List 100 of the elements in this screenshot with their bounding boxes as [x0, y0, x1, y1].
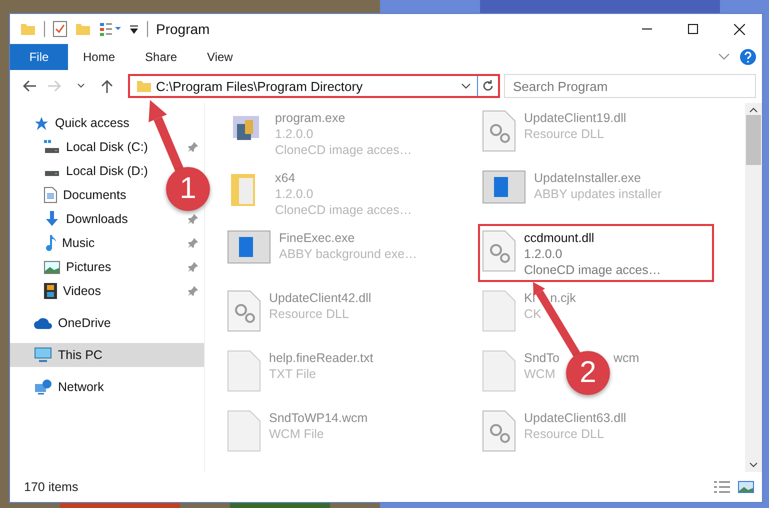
step-badge: 2: [566, 351, 610, 395]
file-name: SndToWP14.wcm: [269, 410, 368, 426]
file-name: UpdateInstaller.exe: [534, 170, 642, 186]
help-icon[interactable]: [740, 49, 756, 65]
drive-icon: [44, 140, 60, 154]
customize-icon[interactable]: [99, 21, 121, 37]
ribbon-tab[interactable]: View: [192, 44, 248, 70]
file-name: n.cjk: [550, 290, 576, 306]
star-icon: [34, 116, 49, 130]
details-view-icon[interactable]: [714, 481, 730, 493]
cloud-icon: [34, 317, 52, 329]
network-icon: [34, 379, 52, 395]
drive-icon: [44, 171, 60, 177]
nav-item[interactable]: Network: [10, 375, 204, 399]
folder-icon: [20, 21, 36, 37]
nav-item[interactable]: Documents: [10, 183, 132, 207]
nav-item[interactable]: Local Disk (C:): [10, 135, 204, 159]
nav-item[interactable]: Videos: [10, 279, 204, 303]
computer-icon: [34, 347, 52, 363]
scrollbar-thumb[interactable]: [746, 115, 761, 165]
pin-icon: [188, 262, 198, 272]
forward-arrow-icon: [48, 80, 62, 92]
nav-label: Videos: [63, 284, 102, 298]
blank-file-icon: [482, 350, 516, 392]
file-detail: 1.2.0.0: [275, 126, 314, 142]
file-detail: CloneCD image acces…: [275, 142, 412, 158]
folder-icon: [75, 21, 91, 37]
picture-icon: [44, 260, 60, 274]
gear-file-icon: [482, 110, 516, 152]
nav-label: Local Disk (D:): [66, 164, 148, 178]
chevron-down-icon: [77, 83, 85, 89]
file-detail: Resource DLL: [269, 306, 349, 322]
up-arrow-icon: [101, 79, 113, 93]
nav-label: Quick access: [55, 116, 130, 130]
properties-icon[interactable]: [53, 21, 67, 37]
nav-label: OneDrive: [58, 316, 112, 330]
file-name: wcm: [613, 350, 640, 366]
file-name: help.fineReader.txt: [269, 350, 374, 366]
file-detail: ABBY background exe…: [279, 246, 418, 262]
ribbon-tab[interactable]: Share: [130, 44, 192, 70]
dropdown-icon[interactable]: [129, 24, 139, 34]
download-icon: [44, 211, 60, 227]
scroll-up-icon[interactable]: [749, 107, 758, 113]
window-title: Program: [156, 21, 210, 37]
pin-icon: [188, 238, 198, 248]
step-badge: 1: [166, 167, 210, 211]
item-count: 170 items: [24, 480, 78, 494]
nav-item[interactable]: OneDrive: [10, 311, 204, 335]
file-detail: WCM File: [269, 426, 324, 442]
pin-icon: [188, 142, 198, 152]
file-item[interactable]: ccdmount.dll 1.2.0.0 CloneCD image acces…: [478, 224, 714, 282]
pin-icon: [188, 214, 198, 224]
file-detail: 1.2.0.0: [275, 186, 314, 202]
nav-item[interactable]: This PC: [10, 343, 204, 367]
file-name: UpdateClient42.dll: [269, 290, 372, 306]
search-field[interactable]: Search Program: [504, 74, 756, 98]
maximize-icon: [688, 24, 698, 34]
file-detail: 1.2.0.0: [524, 246, 562, 262]
nav-item[interactable]: Quick access: [10, 111, 204, 135]
minimize-icon: [642, 28, 652, 30]
close-icon: [734, 24, 744, 34]
window-icon: [227, 230, 271, 264]
chevron-down-icon[interactable]: [461, 83, 471, 89]
back-arrow-icon: [22, 80, 36, 92]
scrollbar[interactable]: [745, 103, 762, 472]
file-tab[interactable]: File: [10, 44, 68, 70]
document-icon: [44, 187, 57, 203]
file-detail: WCM: [524, 366, 556, 382]
nav-label: Documents: [63, 188, 126, 202]
file-detail: CK: [524, 306, 542, 322]
address-field[interactable]: C:\Program Files\Program Directory: [128, 74, 500, 98]
file-detail: CloneCD image acces…: [275, 202, 412, 218]
file-detail: Resource DLL: [524, 426, 604, 442]
folder-icon: [136, 78, 152, 94]
nav-item[interactable]: Local Disk (D:): [10, 159, 154, 183]
file-detail: Resource DLL: [524, 126, 604, 142]
nav-label: Network: [58, 380, 105, 394]
gear-file-icon: [482, 410, 516, 452]
file-detail: TXT File: [269, 366, 316, 382]
nav-label: Local Disk (C:): [66, 140, 149, 154]
file-name: ccdmount.dll: [524, 230, 594, 246]
file-detail: CloneCD image acces…: [524, 262, 661, 278]
file-name: UpdateClient63.dll: [524, 410, 626, 426]
thumbnail-view-icon[interactable]: [738, 481, 754, 493]
nav-label: Pictures: [66, 260, 112, 274]
file-name: SndTo: [524, 350, 560, 366]
file-name: program.exe: [275, 110, 346, 126]
film-icon: [44, 283, 57, 299]
blank-file-icon: [227, 410, 261, 452]
blank-file-icon: [227, 350, 261, 392]
file-detail: ABBY updates installer: [534, 186, 662, 202]
blank-file-icon: [482, 290, 516, 332]
nav-item[interactable]: Music: [10, 231, 204, 255]
gear-file-icon: [482, 230, 516, 272]
gear-file-icon: [227, 290, 261, 332]
ribbon-tab[interactable]: Home: [68, 44, 130, 70]
file-name: UpdateClient19.dll: [524, 110, 626, 126]
scroll-down-icon[interactable]: [749, 462, 758, 468]
nav-item[interactable]: Pictures: [10, 255, 204, 279]
nav-label: Music: [62, 236, 96, 250]
